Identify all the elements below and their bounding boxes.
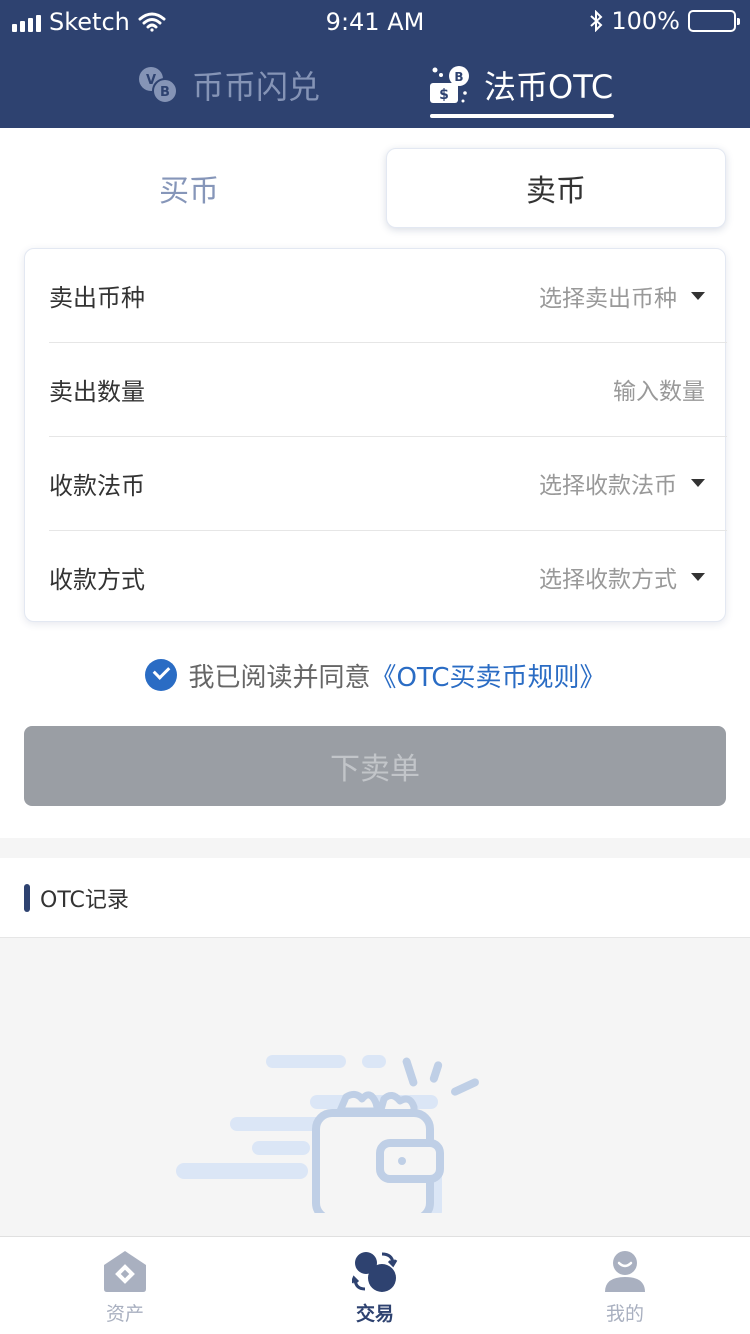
- dropdown-caret-icon: [691, 573, 705, 581]
- sell-amount-row[interactable]: 卖出数量 输入数量: [49, 342, 727, 435]
- otc-records-header: OTC记录: [0, 858, 750, 938]
- sell-amount-label: 卖出数量: [49, 377, 145, 406]
- otc-records-empty: [0, 938, 750, 1236]
- section-marker: [24, 883, 30, 912]
- receive-fiat-select[interactable]: 选择收款法币: [539, 466, 705, 500]
- bottom-tab-bar: 资产 交易 我的: [0, 1236, 750, 1334]
- trade-icon: [352, 1252, 398, 1292]
- app-header: Sketch 9:41 AM 100% V B 币币闪兑 $ B 法币OTC: [0, 0, 750, 128]
- agreement-row: 我已阅读并同意《OTC买卖币规则》: [0, 656, 750, 694]
- status-right: 100%: [589, 7, 740, 35]
- payment-method-select[interactable]: 选择收款方式: [539, 560, 705, 594]
- agreement-checkbox[interactable]: [144, 659, 177, 691]
- receive-fiat-row[interactable]: 收款法币 选择收款法币: [49, 436, 727, 529]
- tab-fiat-otc[interactable]: $ B 法币OTC: [428, 60, 613, 110]
- payment-method-row[interactable]: 收款方式 选择收款方式: [49, 530, 727, 623]
- sell-coin-select[interactable]: 选择卖出币种: [539, 279, 705, 313]
- payment-method-placeholder: 选择收款方式: [539, 567, 677, 593]
- sell-coin-label: 卖出币种: [49, 284, 145, 312]
- svg-text:B: B: [160, 85, 170, 100]
- bluetooth-icon: [590, 10, 603, 32]
- empty-wallet-icon: [176, 1055, 479, 1213]
- agreement-text: 我已阅读并同意: [188, 662, 371, 693]
- tab-fiat-otc-label: 法币OTC: [484, 68, 614, 106]
- receive-fiat-label: 收款法币: [49, 471, 145, 500]
- otc-records-title: OTC记录: [40, 887, 129, 913]
- tab-trade[interactable]: 交易: [250, 1237, 500, 1334]
- sell-coin-row[interactable]: 卖出币种 选择卖出币种: [49, 249, 727, 342]
- battery-icon: [688, 10, 740, 32]
- tab-coin-swap-label: 币币闪兑: [192, 68, 321, 106]
- sell-amount-input[interactable]: 输入数量: [613, 372, 705, 406]
- section-divider: [0, 838, 750, 858]
- tab-profile[interactable]: 我的: [500, 1237, 750, 1334]
- sell-coin-placeholder: 选择卖出币种: [539, 285, 677, 312]
- place-sell-order-button[interactable]: 下卖单: [24, 726, 726, 806]
- profile-icon: [605, 1251, 645, 1292]
- svg-text:$: $: [439, 87, 449, 103]
- battery-percent: 100%: [611, 7, 680, 35]
- active-tab-indicator: [430, 114, 614, 118]
- buy-tab[interactable]: 买币: [24, 148, 354, 228]
- tab-assets[interactable]: 资产: [0, 1237, 250, 1334]
- otc-rules-link[interactable]: 《OTC买卖币规则》: [371, 663, 606, 693]
- svg-text:B: B: [454, 70, 463, 84]
- sell-form: 卖出币种 选择卖出币种 卖出数量 输入数量 收款法币 选择收款法币 收款方式 选…: [24, 248, 727, 623]
- status-bar: Sketch 9:41 AM 100%: [0, 0, 750, 44]
- tab-profile-label: 我的: [605, 1303, 644, 1325]
- receive-fiat-placeholder: 选择收款法币: [539, 473, 677, 499]
- dropdown-caret-icon: [691, 479, 705, 487]
- tab-trade-label: 交易: [355, 1303, 394, 1325]
- cash-otc-icon: $ B: [430, 66, 469, 103]
- payment-method-label: 收款方式: [49, 565, 145, 594]
- sell-amount-placeholder: 输入数量: [613, 379, 705, 405]
- coin-swap-icon: V B: [139, 67, 178, 104]
- dropdown-caret-icon: [691, 291, 705, 300]
- sell-tab[interactable]: 卖币: [386, 148, 726, 228]
- tab-coin-swap[interactable]: V B 币币闪兑: [136, 60, 320, 110]
- tab-assets-label: 资产: [105, 1303, 144, 1325]
- assets-icon: [104, 1251, 146, 1292]
